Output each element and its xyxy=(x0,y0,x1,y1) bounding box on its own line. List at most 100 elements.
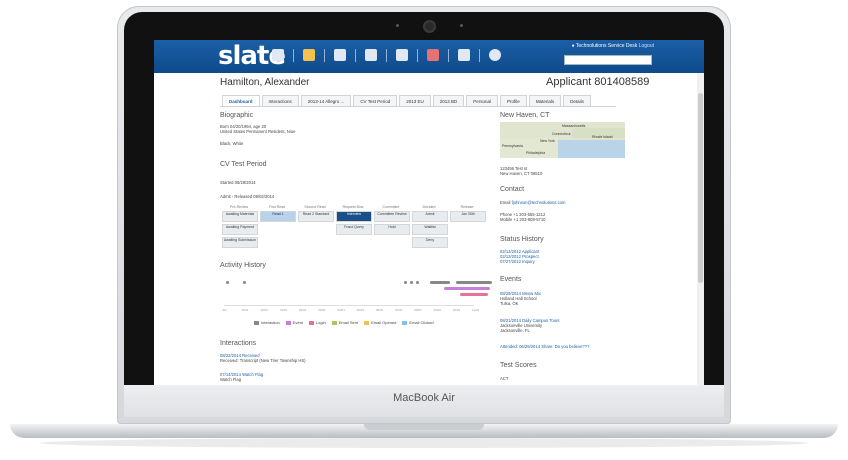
activity-dot xyxy=(226,281,229,284)
email-label: Email xyxy=(500,200,511,205)
status-item[interactable]: 07/27/2012 Inquiry xyxy=(500,259,535,265)
stage-cell[interactable]: Hold xyxy=(374,224,410,235)
legend-label: Email Sent xyxy=(338,320,359,325)
map-label: New York xyxy=(540,139,555,143)
period-heading: CV Test Period xyxy=(220,161,267,168)
stage-cell[interactable]: Awaiting Payment xyxy=(222,224,258,235)
stage-cell[interactable]: Awaiting Submission xyxy=(222,237,258,248)
interaction-text: Watch Flag xyxy=(220,377,242,382)
axis-tick-label: 07/01 xyxy=(395,308,403,312)
legend-swatch xyxy=(308,320,314,325)
period-admit: Admit - Released 09/02/2014 xyxy=(220,194,275,199)
search-input[interactable] xyxy=(564,55,652,65)
event-detail: Tulsa, OK xyxy=(500,301,519,306)
legend-swatch xyxy=(254,320,259,325)
legend-label: Interaction xyxy=(261,320,280,325)
screen: slate ● Technolutions Service Desk Logou… xyxy=(154,40,704,385)
events-heading: Events xyxy=(500,276,522,283)
logout-link[interactable]: Logout xyxy=(639,43,654,49)
axis-tick-label: 02/01 xyxy=(298,308,307,312)
stage-cell[interactable]: Jan 30th xyxy=(450,211,486,222)
legend-item: Interaction xyxy=(254,320,280,325)
attended-link[interactable]: Attended: 06/29/2014 Share: Do you belie… xyxy=(500,344,589,350)
email-link[interactable]: fjohnson@technolutions.com xyxy=(512,200,566,205)
contact-heading: Contact xyxy=(500,186,525,193)
nav-divider xyxy=(324,49,325,62)
legend-item: Email Clicked xyxy=(402,320,434,325)
activity-bar xyxy=(444,287,490,290)
gear-icon[interactable] xyxy=(489,49,501,61)
axis-tick-label: 05/01 xyxy=(356,308,365,312)
axis-tick-label: 10/01 xyxy=(452,308,461,312)
stage-cell[interactable]: Read 2 Standard xyxy=(298,211,334,222)
laptop-notch xyxy=(364,424,484,430)
tab-underline xyxy=(220,106,616,107)
legend-label: Email Opened xyxy=(371,320,397,325)
stage-cell[interactable]: Admit xyxy=(412,211,448,222)
activity-dot xyxy=(243,281,246,284)
axis-tick-label: 08/01 xyxy=(414,308,422,312)
stage-cell[interactable]: Fraud Query xyxy=(336,224,372,235)
axis-tick-label: 06/01 xyxy=(375,308,384,312)
record-id: Applicant 801408589 xyxy=(546,76,650,88)
interaction-text: Received: Transcript (New Trier Township… xyxy=(220,358,306,363)
activity-bar xyxy=(456,281,492,284)
nav-divider xyxy=(355,49,356,62)
helpdesk-link[interactable]: ● Technolutions Service Desk Logout xyxy=(572,43,654,49)
map-label: Pennsylvania xyxy=(502,144,523,148)
nav-divider xyxy=(417,49,418,62)
map-label: Philadelphia xyxy=(526,151,546,155)
top-bar: slate ● Technolutions Service Desk Logou… xyxy=(154,40,704,73)
map-label: Massachusetts xyxy=(562,124,586,128)
stage-cell[interactable]: Deny xyxy=(412,237,448,248)
legend-label: Event xyxy=(292,320,303,325)
scrollbar[interactable] xyxy=(697,73,704,385)
axis-tick-label: 12/01 xyxy=(260,308,268,312)
period-started: Started 08/29/2014 xyxy=(220,180,256,185)
stage-header: First Read xyxy=(268,205,286,209)
calendar-icon[interactable] xyxy=(334,49,346,61)
folder-icon[interactable] xyxy=(272,49,284,61)
test-scores-heading: Test Scores xyxy=(500,362,537,369)
stage-cell[interactable]: Interview xyxy=(336,211,372,222)
scroll-thumb[interactable] xyxy=(698,93,703,283)
stage-cell[interactable]: Committee Review xyxy=(374,211,410,222)
legend-swatch xyxy=(364,320,370,325)
nav-icons xyxy=(272,49,501,62)
biographic-heading: Biographic xyxy=(220,112,254,119)
map-label: Connecticut xyxy=(552,132,571,136)
axis-tick-label: 04/01 xyxy=(337,308,345,312)
event-detail: Jacksonville, FL xyxy=(500,328,530,333)
location-heading: New Haven, CT xyxy=(500,112,550,119)
axis-tick-label: 03/01 xyxy=(318,308,326,312)
document-icon[interactable] xyxy=(396,49,408,61)
activity-dot xyxy=(410,281,413,284)
address-line: New Haven, CT 06510 xyxy=(500,171,543,176)
axis-tick-label: 01/01 xyxy=(279,308,288,312)
users-icon[interactable] xyxy=(458,49,470,61)
map-label: Rhode Island xyxy=(592,135,613,139)
activity-dot xyxy=(404,281,407,284)
nav-divider xyxy=(293,49,294,62)
bio-line: United States Permanent Resident, Niue xyxy=(220,129,296,134)
location-map[interactable]: Massachusetts Connecticut Rhode Island N… xyxy=(500,122,625,158)
axis-tick-label: 11/01 xyxy=(241,308,249,312)
legend-item: Email Sent xyxy=(331,320,359,325)
axis-tick-label: 09/01 xyxy=(433,308,442,312)
stage-cell[interactable]: Read 1 xyxy=(260,211,296,222)
sensor-dot xyxy=(396,24,399,27)
mail-icon[interactable] xyxy=(365,49,377,61)
legend-swatch xyxy=(402,320,408,325)
activity-bar xyxy=(430,281,450,284)
stage-cell[interactable]: Waitlist xyxy=(412,224,448,235)
stage-cell[interactable]: Awaiting Materials xyxy=(222,211,258,222)
status-heading: Status History xyxy=(500,236,544,243)
sensor-dot xyxy=(460,24,463,27)
interactions-heading: Interactions xyxy=(220,340,257,347)
legend-item: Event xyxy=(285,320,303,325)
activity-heading: Activity History xyxy=(220,262,266,269)
legend-item: Login xyxy=(308,320,326,325)
test-score-item: ACT xyxy=(500,376,509,381)
image-icon[interactable] xyxy=(427,49,439,61)
star-icon[interactable] xyxy=(303,49,315,61)
